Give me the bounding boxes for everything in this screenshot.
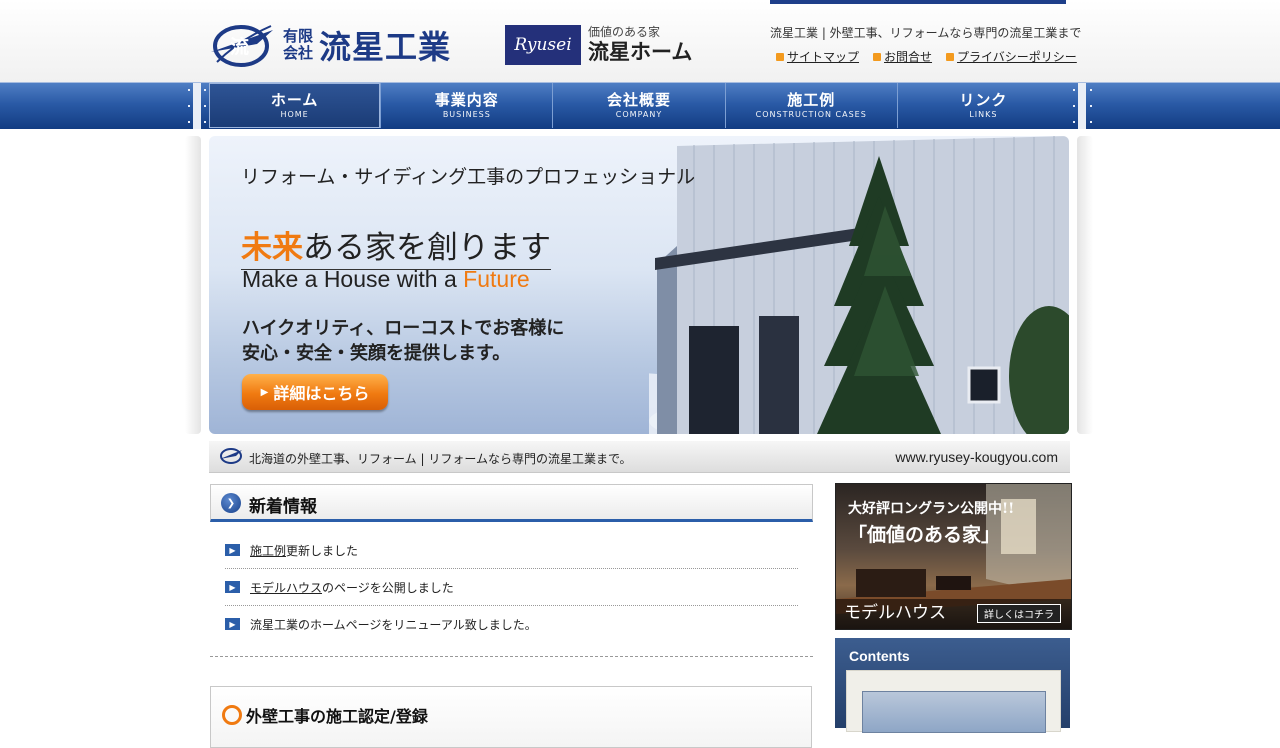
arrow-right-icon: ▶ xyxy=(225,618,240,630)
nav-item-construction-cases[interactable]: 施工例 CONSTRUCTION CASES xyxy=(726,83,898,128)
news-panel: ❯ 新着情報 ▶ 施工例 更新しました ▶ モデルハウス のページを公開しました… xyxy=(210,484,813,642)
site-tagline: 流星工業 | 外壁工事、リフォームなら専門の流星工業まで xyxy=(770,26,1082,40)
nav-item-links[interactable]: リンク LINKS xyxy=(898,83,1069,128)
nav-item-label: ホーム xyxy=(270,90,319,109)
hero-body-line2: 安心・安全・笑顔を提供します。 xyxy=(242,343,511,364)
nav-dots-left-inner xyxy=(202,83,208,129)
nav-item-label: 会社概要 xyxy=(607,90,672,109)
site-url: www.ryusey-kougyou.com xyxy=(895,449,1058,465)
privacy-policy-link-label: プライバシーポリシー xyxy=(957,50,1077,64)
hero-banner: リフォーム・サイディング工事のプロフェッショナル 未来ある家を創ります Make… xyxy=(209,136,1069,434)
nav-item-home[interactable]: ホーム HOME xyxy=(209,83,382,128)
news-title: 新着情報 xyxy=(249,497,317,517)
contents-thumbnail[interactable] xyxy=(862,691,1046,733)
model-house-label: モデルハウス xyxy=(844,603,946,623)
play-arrow-icon: ▶ xyxy=(260,386,269,398)
hero-english-accent: Future xyxy=(463,266,530,292)
nav-item-label: リンク xyxy=(959,90,1008,109)
page-header: 流 有限 会社 流星工業 Ryusei 価値のある家 流星ホーム 流星工業 | … xyxy=(0,0,1280,82)
circle-icon xyxy=(222,705,242,725)
news-item-text: のページを公開しました xyxy=(322,580,454,595)
contents-inner xyxy=(846,670,1061,733)
arrow-right-icon: ▶ xyxy=(225,544,240,556)
info-text: 北海道の外壁工事、リフォーム | リフォームなら専門の流星工業まで。 xyxy=(249,452,632,466)
hero-title: 未来ある家を創ります xyxy=(241,222,551,270)
hero-title-accent: 未来 xyxy=(241,230,303,266)
nav-divider-right xyxy=(1078,83,1086,129)
svg-text:流: 流 xyxy=(230,35,249,58)
contact-link[interactable]: お問合せ xyxy=(873,48,932,65)
company-name: 流星工業 xyxy=(319,28,452,66)
hero-body: ハイクオリティ、ローコストでお客様に 安心・安全・笑顔を提供します。 xyxy=(242,316,564,366)
hero-english-main: Make a House with a xyxy=(242,266,464,292)
hero-english-title: Make a House with a Future xyxy=(242,266,530,293)
main-nav: ホーム HOME 事業内容 BUSINESS 会社概要 COMPANY 施工例 … xyxy=(0,82,1280,129)
nav-item-sublabel: COMPANY xyxy=(615,109,663,119)
utility-links: サイトマップ お問合せ プライバシーポリシー xyxy=(776,48,1077,65)
contents-panel: Contents xyxy=(835,638,1070,733)
news-link-construction-cases[interactable]: 施工例 xyxy=(250,542,286,559)
brand-name: 流星ホーム xyxy=(588,40,693,64)
sitemap-link-label: サイトマップ xyxy=(787,50,860,64)
details-button[interactable]: ▶ 詳細はこちら xyxy=(242,374,388,410)
news-item: ▶ 施工例 更新しました xyxy=(225,532,798,569)
company-kind-line2: 会社 xyxy=(283,44,314,62)
company-mark-icon xyxy=(220,448,242,464)
hero-frame-right xyxy=(1077,136,1093,434)
bullet-icon xyxy=(873,52,882,61)
news-list: ▶ 施工例 更新しました ▶ モデルハウス のページを公開しました ▶ 流星工業… xyxy=(210,522,813,642)
nav-dots-right xyxy=(1088,83,1094,129)
contents-title: Contents xyxy=(849,648,910,664)
model-house-banner[interactable]: 大好評ロングラン公開中!! 「価値のある家」 モデルハウス 詳しくはコチラ xyxy=(835,483,1072,630)
hero-frame-left xyxy=(185,136,201,434)
certification-section: 外壁工事の施工認定/登録 xyxy=(210,686,812,748)
nav-item-sublabel: CONSTRUCTION CASES xyxy=(755,109,867,119)
company-kind: 有限 会社 xyxy=(283,28,313,62)
news-item: ▶ モデルハウス のページを公開しました xyxy=(225,569,798,606)
nav-item-sublabel: BUSINESS xyxy=(442,109,491,119)
hero-title-rest: ある家を創ります xyxy=(303,230,551,266)
news-item: ▶ 流星工業のホームページをリニューアル致しました。 xyxy=(225,606,798,642)
sitemap-link[interactable]: サイトマップ xyxy=(776,48,859,65)
contact-link-label: お問合せ xyxy=(884,50,933,64)
header-accent-line xyxy=(770,0,1066,4)
nav-item-company[interactable]: 会社概要 COMPANY xyxy=(553,83,726,128)
nav-dots-right-inner xyxy=(1071,83,1077,129)
model-house-detail-button[interactable]: 詳しくはコチラ xyxy=(977,604,1061,623)
section-divider xyxy=(210,656,813,657)
certification-title: 外壁工事の施工認定/登録 xyxy=(246,707,428,726)
bullet-icon xyxy=(776,52,784,61)
bullet-icon xyxy=(946,52,955,61)
nav-dots-left xyxy=(186,83,192,129)
nav-item-sublabel: LINKS xyxy=(969,109,998,119)
brand-text: 価値のある家 流星ホーム xyxy=(588,25,692,65)
company-kind-line1: 有限 xyxy=(283,27,314,45)
hero-body-line1: ハイクオリティ、ローコストでお客様に xyxy=(242,318,565,339)
model-house-headline: 大好評ロングラン公開中!! xyxy=(848,501,1015,517)
details-button-label: 詳細はこちら xyxy=(273,384,370,403)
brand-tagline: 価値のある家 xyxy=(588,25,661,39)
arrow-right-icon: ▶ xyxy=(225,581,240,593)
privacy-policy-link[interactable]: プライバシーポリシー xyxy=(946,48,1077,65)
chevron-right-icon: ❯ xyxy=(221,493,241,513)
news-item-text: 流星工業のホームページをリニューアル致しました。 xyxy=(250,617,537,632)
news-link-model-house[interactable]: モデルハウス xyxy=(250,579,322,596)
news-item-text: 更新しました xyxy=(286,543,359,558)
model-house-quote: 「価値のある家」 xyxy=(848,524,1001,546)
nav-items: ホーム HOME 事業内容 BUSINESS 会社概要 COMPANY 施工例 … xyxy=(209,83,1069,128)
nav-item-label: 事業内容 xyxy=(434,90,499,109)
shooting-star-logo-icon: 流 xyxy=(211,25,273,67)
nav-divider-left xyxy=(193,83,201,129)
brand-logo-box: Ryusei xyxy=(505,25,581,65)
company-logo[interactable]: 流 有限 会社 流星工業 xyxy=(209,20,451,70)
info-bar: 北海道の外壁工事、リフォーム | リフォームなら専門の流星工業まで。 www.r… xyxy=(209,441,1070,473)
nav-item-sublabel: HOME xyxy=(280,109,309,119)
hero-subtitle: リフォーム・サイディング工事のプロフェッショナル xyxy=(241,166,696,188)
news-header: ❯ 新着情報 xyxy=(210,484,813,522)
house-photo xyxy=(649,136,1069,434)
nav-item-business[interactable]: 事業内容 BUSINESS xyxy=(381,83,554,128)
nav-item-label: 施工例 xyxy=(787,90,836,109)
brand-logo[interactable]: Ryusei 価値のある家 流星ホーム xyxy=(505,24,692,66)
